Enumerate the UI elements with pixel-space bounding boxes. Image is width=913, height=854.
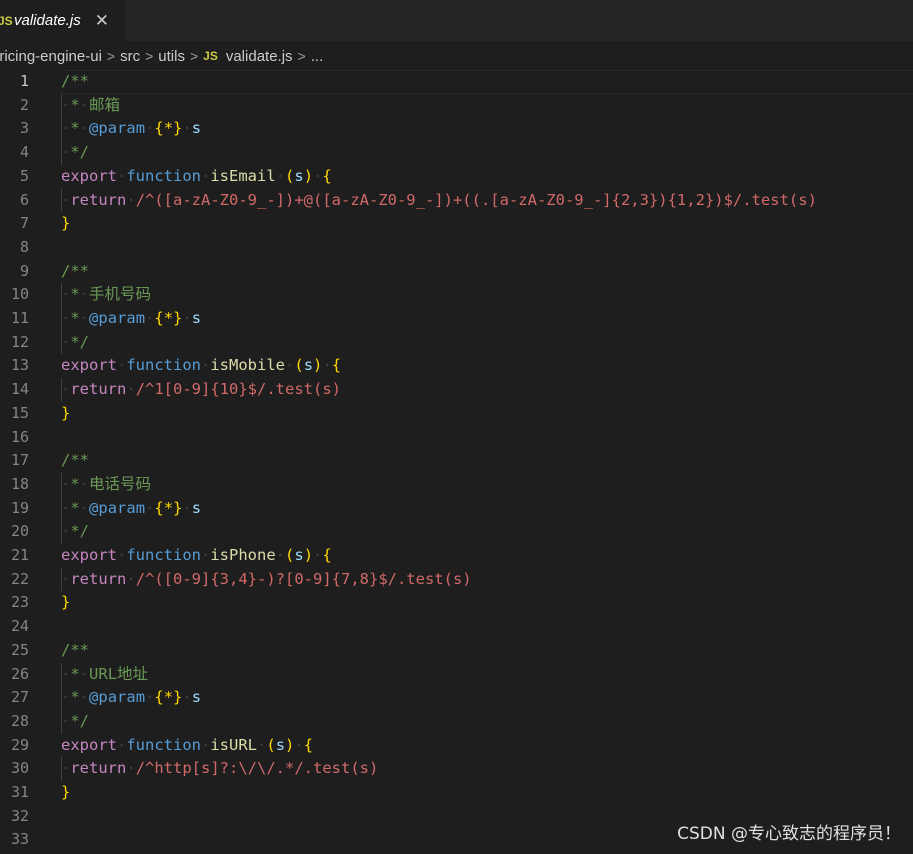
code-line: 2 ·*·邮箱 [0, 93, 913, 118]
code-line: 10 ·*·手机号码 [0, 283, 913, 307]
line-number: 25 [10, 640, 29, 659]
comment-description: 电话号码 [89, 474, 152, 493]
code-line: 29 export·function·isURL·(s)·{ [0, 734, 913, 758]
tab-bar: JS validate.js ✕ [0, 0, 913, 41]
breadcrumb-more[interactable]: ... [311, 48, 324, 65]
line-number: 22 [10, 569, 29, 588]
comment-description: 邮箱 [89, 95, 121, 114]
line-number: 19 [10, 498, 29, 517]
line-number: 31 [10, 783, 29, 801]
line-number: 24 [10, 617, 29, 636]
regex-literal: /^([0-9]{3,4}-)?[0-9]{7,8}$/.test(s) [135, 569, 472, 588]
chevron-right-icon: > [106, 48, 116, 64]
line-number: 10 [10, 285, 29, 304]
code-line: 25 /** [0, 639, 913, 663]
code-line: 23 } [0, 591, 913, 615]
js-file-icon: JS [203, 49, 218, 63]
line-number: 26 [10, 664, 29, 683]
line-number: 28 [10, 711, 29, 730]
code-line: 24 [0, 615, 913, 639]
code-line: 5 export·function·isEmail·(s)·{ [0, 165, 913, 189]
code-line: 28 ·*/ [0, 709, 913, 734]
line-number: 29 [10, 735, 29, 754]
line-number: 11 [10, 309, 29, 327]
code-line: 27 ·*·@param·{*}·s [0, 686, 913, 710]
line-number: 12 [10, 332, 29, 351]
code-line: 16 [0, 426, 913, 450]
function-name: isEmail [210, 166, 276, 185]
code-line: 6 ·return·/^([a-zA-Z0-9_-])+@([a-zA-Z0-9… [0, 188, 913, 213]
chevron-right-icon: > [145, 48, 154, 64]
code-line: 20 ·*/ [0, 520, 913, 544]
regex-literal: /^1[0-9]{10}$/.test(s) [135, 380, 341, 399]
line-number: 15 [10, 403, 29, 422]
code-line: 3 ·*·@param·{*}·s [0, 117, 913, 142]
code-line: 15 } [0, 402, 913, 426]
code-line: 30 ·return·/^http[s]?:\/\/.*/.test(s) [0, 757, 913, 781]
breadcrumb: pricing-engine-ui > src > utils > JS val… [0, 41, 913, 71]
code-line: 12 ·*/ [0, 330, 913, 355]
code-line: 1 /** [0, 70, 913, 94]
line-number: 18 [10, 474, 29, 493]
function-name: isMobile [210, 356, 285, 375]
code-line: 7 } [0, 212, 913, 236]
code-editor[interactable]: 1 /** 2 ·*·邮箱 3 ·*·@param·{*}·s 4 ·*/ 5 … [0, 70, 913, 854]
line-number: 20 [10, 522, 29, 541]
line-number: 30 [10, 759, 29, 778]
line-number: 2 [19, 95, 29, 114]
chevron-right-icon: > [297, 48, 306, 64]
comment-description: 手机号码 [89, 285, 152, 304]
function-name: isURL [210, 735, 258, 754]
line-number: 1 [19, 72, 29, 90]
comment-description: URL地址 [89, 664, 149, 683]
line-number: 16 [10, 427, 29, 446]
comment: /** [61, 72, 89, 90]
code-line: 18 ·*·电话号码 [0, 472, 913, 497]
line-number: 9 [19, 261, 29, 280]
tab-validate-js[interactable]: JS validate.js ✕ [0, 0, 125, 41]
regex-literal: /^http[s]?:\/\/.*/.test(s) [135, 759, 379, 778]
code-line: 26 ·*·URL地址 [0, 662, 913, 687]
code-line: 11 ·*·@param·{*}·s [0, 307, 913, 331]
function-name: isPhone [210, 546, 276, 564]
breadcrumb-project[interactable]: pricing-engine-ui [0, 48, 102, 65]
breadcrumb-src[interactable]: src [120, 48, 140, 65]
close-icon[interactable]: ✕ [95, 11, 109, 31]
code-line: 21 export·function·isPhone·(s)·{ [0, 544, 913, 568]
tab-title: validate.js [14, 12, 81, 29]
line-number: 23 [10, 593, 29, 612]
breadcrumb-file[interactable]: validate.js [226, 48, 293, 65]
code-line: 19 ·*·@param·{*}·s [0, 496, 913, 521]
code-line: 22 ·return·/^([0-9]{3,4}-)?[0-9]{7,8}$/.… [0, 567, 913, 592]
code-line: 13 export·function·isMobile·(s)·{ [0, 354, 913, 378]
line-number: 21 [10, 546, 29, 564]
code-line: 8 [0, 236, 913, 260]
code-line: 17 /** [0, 449, 913, 473]
watermark: CSDN @专心致志的程序员！ [677, 824, 901, 844]
line-number: 3 [19, 119, 29, 138]
code-line: 31 } [0, 781, 913, 805]
line-number: 33 [10, 830, 29, 849]
chevron-right-icon: > [189, 48, 199, 64]
line-number: 5 [19, 166, 29, 185]
line-number: 32 [10, 806, 29, 825]
regex-literal: /^([a-zA-Z0-9_-])+@([a-zA-Z0-9_-])+((.[a… [135, 190, 817, 209]
line-number: 4 [19, 143, 29, 162]
line-number: 13 [10, 356, 29, 375]
code-line: 4 ·*/ [0, 141, 913, 165]
line-number: 8 [19, 237, 29, 256]
line-number: 6 [19, 190, 29, 209]
line-number: 14 [10, 380, 29, 399]
code-line: 9 /** [0, 260, 913, 284]
line-number: 7 [19, 214, 29, 233]
line-number: 27 [10, 688, 29, 707]
code-line: 14 ·return·/^1[0-9]{10}$/.test(s) [0, 378, 913, 402]
line-number: 17 [10, 451, 29, 470]
js-file-icon: JS [0, 13, 13, 28]
breadcrumb-utils[interactable]: utils [158, 48, 185, 65]
